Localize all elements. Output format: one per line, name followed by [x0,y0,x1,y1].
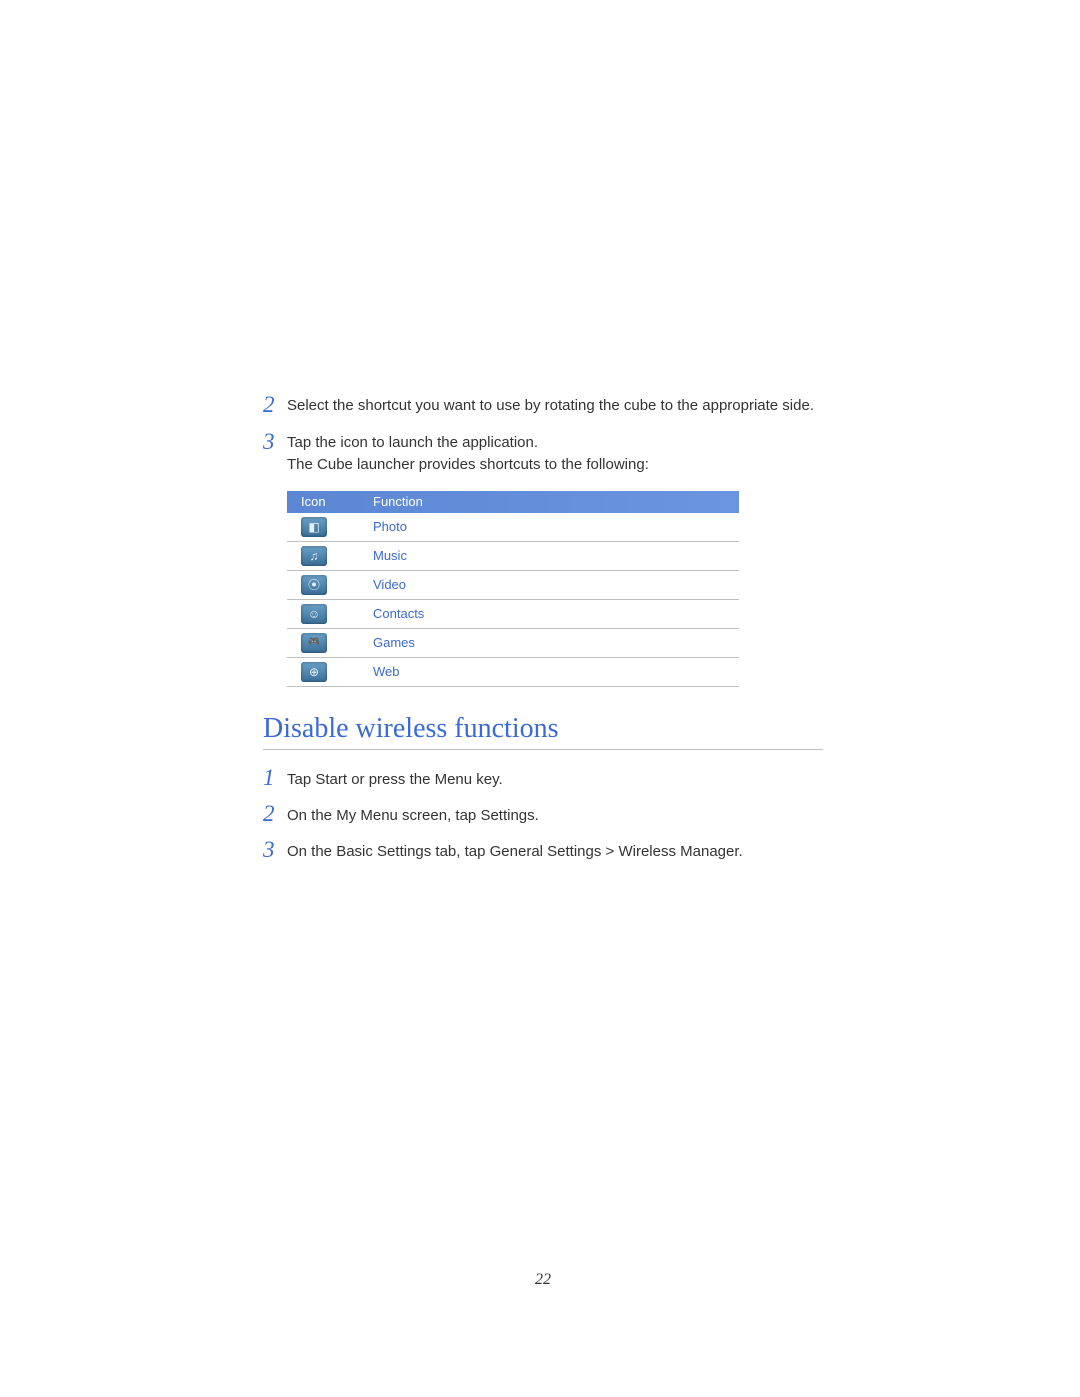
ui-term: Start [315,771,347,788]
games-icon: 🎮 [301,633,327,653]
table-cell-function: Video [361,577,739,592]
table-header-icon: Icon [287,491,361,513]
table-row: ⊕ Web [287,658,739,687]
contacts-icon: ☺ [301,604,327,624]
ui-term: Settings [480,807,534,824]
step-text-part: . [739,843,743,860]
table-cell-function: Contacts [361,606,739,621]
ui-term: General Settings [490,843,602,860]
table-cell-function: Photo [361,519,739,534]
table-row: ♫ Music [287,542,739,571]
table-row: ◧ Photo [287,513,739,542]
step-text-line: The Cube launcher provides shortcuts to … [287,456,649,473]
step-number: 3 [263,838,287,861]
table-cell-icon: 🎮 [287,633,361,653]
table-cell-function: Web [361,664,739,679]
step-text-part: . [535,807,539,824]
shortcut-table: Icon Function ◧ Photo ♫ Music ⦿ Video [287,491,739,687]
step-text-part: Tap [287,771,315,788]
table-cell-icon: ♫ [287,546,361,566]
web-icon: ⊕ [301,662,327,682]
step-text-part: > [601,843,618,860]
step-item: 3 On the Basic Settings tab, tap General… [263,840,823,864]
table-cell-icon: ⊕ [287,662,361,682]
step-text-part: On the [287,807,336,824]
table-cell-icon: ◧ [287,517,361,537]
step-item: 1 Tap Start or press the Menu key. [263,768,823,792]
steps-list: 1 Tap Start or press the Menu key. 2 On … [263,768,823,864]
step-text-part: tab, tap [431,843,489,860]
step-number: 1 [263,766,287,789]
step-item: 3 Tap the icon to launch the application… [263,432,823,477]
video-icon: ⦿ [301,575,327,595]
section-heading: Disable wireless functions [263,713,823,750]
step-item: 2 Select the shortcut you want to use by… [263,395,823,418]
step-text: On the Basic Settings tab, tap General S… [287,840,823,864]
ui-term: Wireless Manager [618,843,738,860]
table-row: ⦿ Video [287,571,739,600]
step-item: 2 On the My Menu screen, tap Settings. [263,804,823,828]
step-number: 2 [263,802,287,825]
step-text: Tap Start or press the Menu key. [287,768,823,792]
table-cell-function: Games [361,635,739,650]
table-header-row: Icon Function [287,491,739,513]
step-text: Tap the icon to launch the application. … [287,432,823,477]
ui-term: Basic Settings [336,843,431,860]
page-number: 22 [263,1271,823,1289]
step-text: On the My Menu screen, tap Settings. [287,804,823,828]
table-cell-icon: ⦿ [287,575,361,595]
table-row: 🎮 Games [287,629,739,658]
step-number: 3 [263,430,287,453]
table-cell-function: Music [361,548,739,563]
step-text: Select the shortcut you want to use by r… [287,395,823,418]
document-page: 2 Select the shortcut you want to use by… [0,0,1080,1397]
step-text-part: screen, tap [398,807,481,824]
step-text-part: On the [287,843,336,860]
photo-icon: ◧ [301,517,327,537]
ui-term: My Menu [336,807,398,824]
table-header-function: Function [361,491,739,513]
step-number: 2 [263,393,287,416]
step-text-part: or press the Menu key. [347,771,503,788]
step-text-line: Tap the icon to launch the application. [287,434,538,451]
content-area: 2 Select the shortcut you want to use by… [263,395,823,876]
table-row: ☺ Contacts [287,600,739,629]
music-icon: ♫ [301,546,327,566]
table-cell-icon: ☺ [287,604,361,624]
